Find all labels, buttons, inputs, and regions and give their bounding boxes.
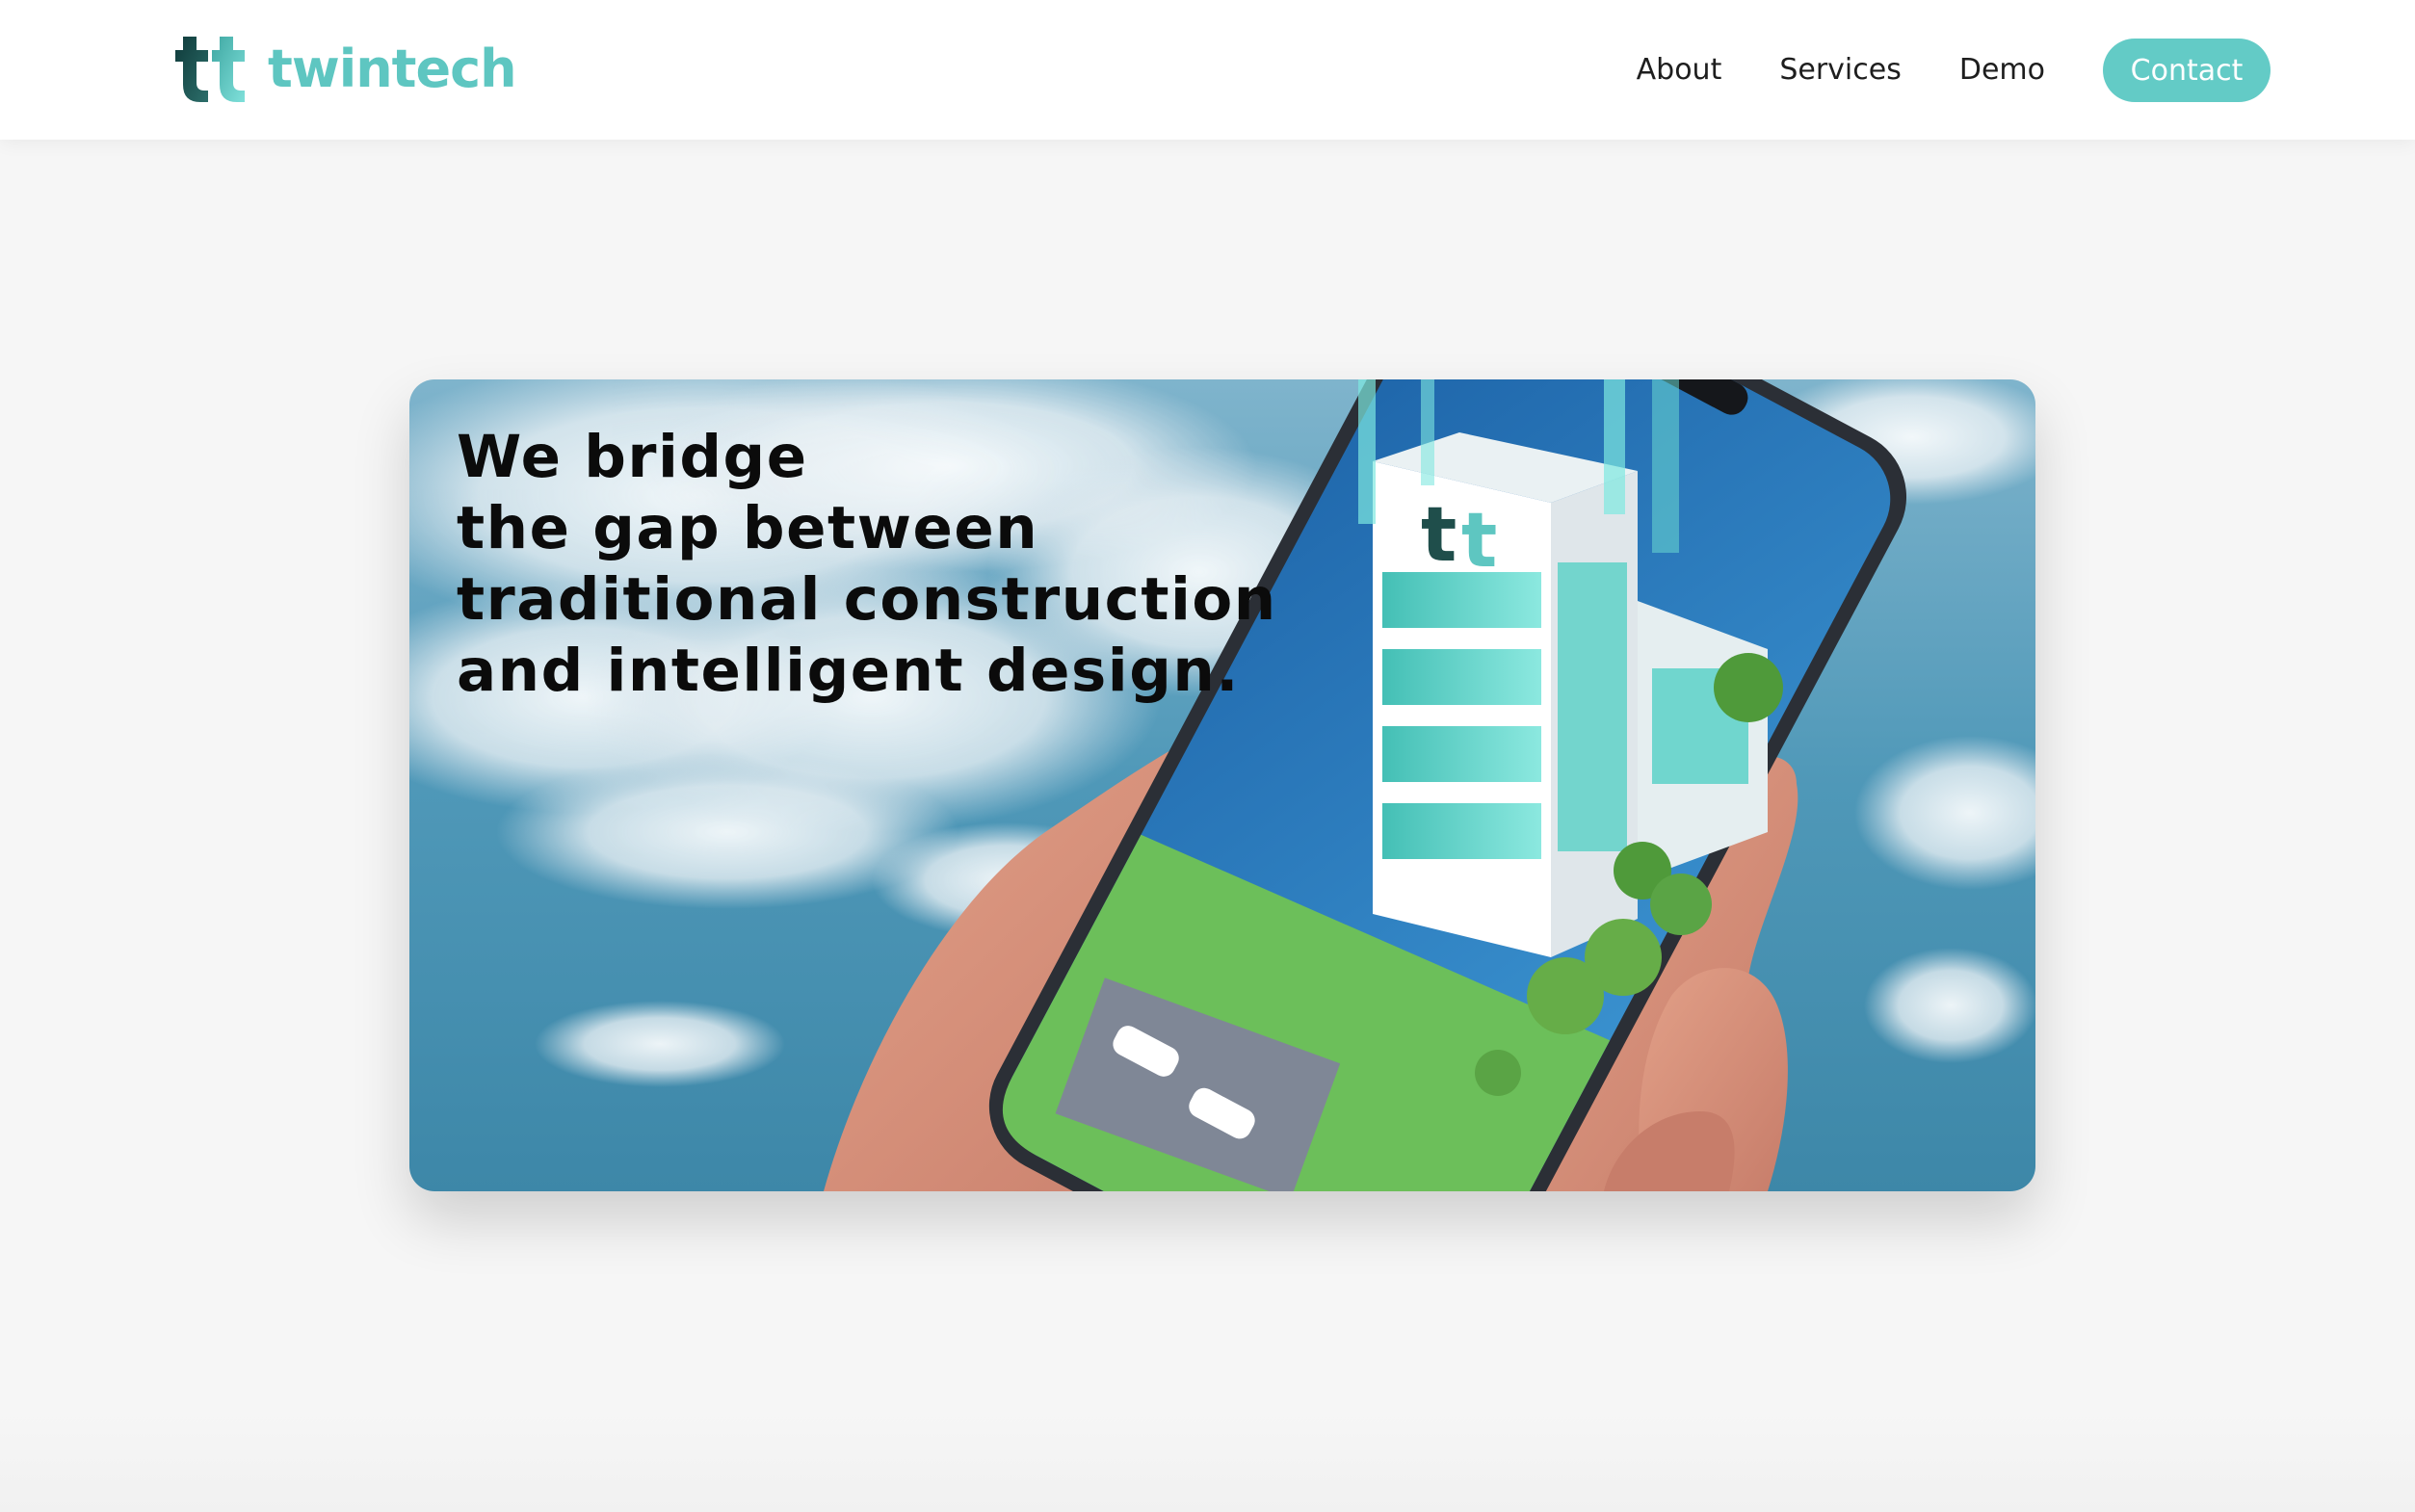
svg-text:t: t [1461, 498, 1497, 585]
contact-button[interactable]: Contact [2103, 39, 2271, 102]
hero-banner: t t We bridge the gap between traditiona… [409, 379, 2035, 1191]
site-header: twintech About Services Demo Contact [0, 0, 2415, 140]
headline-line-4: and intelligent design. [457, 637, 1240, 705]
tt-logo-icon [175, 37, 245, 102]
headline-line-1: We bridge [457, 423, 808, 491]
headline-line-2: the gap between [457, 494, 1039, 562]
brand-name: twintech [268, 39, 517, 99]
nav-about-link[interactable]: About [1637, 39, 1722, 102]
page: twintech About Services Demo Contact t t… [0, 0, 2415, 1512]
main-nav: About Services Demo Contact [1637, 39, 2271, 102]
home-logo-link[interactable]: twintech [175, 35, 517, 104]
svg-text:t: t [1421, 492, 1457, 579]
nav-services-link[interactable]: Services [1779, 39, 1902, 102]
page-bottom-section [0, 1406, 2415, 1512]
hero-headline: We bridge the gap between traditional co… [457, 422, 1324, 707]
headline-line-3: traditional construction [457, 565, 1277, 634]
nav-demo-link[interactable]: Demo [1959, 39, 2045, 102]
